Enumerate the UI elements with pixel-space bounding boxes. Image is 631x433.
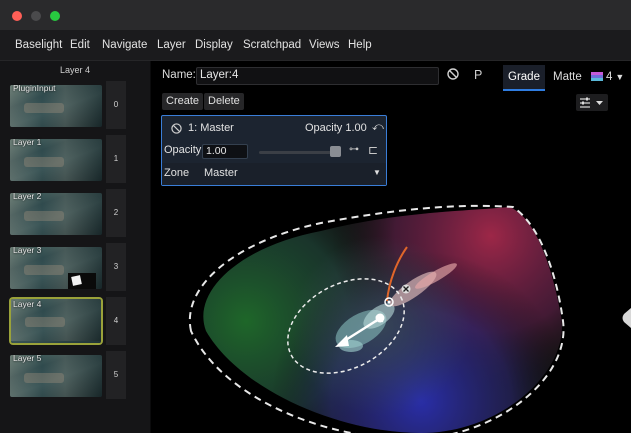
opacity-row: Opacity 1.00 ⊶ ⊏ xyxy=(162,141,386,163)
create-button[interactable]: Create xyxy=(162,93,204,110)
layer-row-5[interactable]: Layer 5 5 xyxy=(6,351,126,399)
minimize-window-button[interactable] xyxy=(31,11,41,21)
layer-name-field[interactable]: Layer:4 xyxy=(196,67,439,85)
tree-icon[interactable]: ⊏ xyxy=(368,143,378,157)
p-toggle[interactable]: P xyxy=(474,68,482,82)
opacity-label: Opacity xyxy=(164,144,202,156)
opacity-slider[interactable] xyxy=(259,151,339,154)
layer-number: 1 xyxy=(106,135,126,183)
cross-marker-icon[interactable] xyxy=(401,284,411,294)
operator-opacity-readout: Opacity 1.00 xyxy=(305,122,367,134)
layer-stack: Layer 4 PluginInput 0 Layer 1 1 Layer 2 … xyxy=(0,61,150,433)
menu-navigate[interactable]: Navigate xyxy=(102,30,147,60)
operator-bypass-icon[interactable] xyxy=(171,123,182,137)
layer-number: 5 xyxy=(106,351,126,399)
zone-label: Zone xyxy=(164,167,190,179)
layer-number: 0 xyxy=(106,81,126,129)
operator-header: 1: Master Opacity 1.00 ⤺ xyxy=(162,118,386,140)
menu-layer[interactable]: Layer xyxy=(157,30,186,60)
layer-row-1[interactable]: Layer 1 1 xyxy=(6,135,126,183)
view-options-button[interactable] xyxy=(576,94,608,111)
menu-display[interactable]: Display xyxy=(195,30,233,60)
layer-number: 3 xyxy=(106,243,126,291)
layer-label: Layer 3 xyxy=(13,245,42,255)
layer-row-2[interactable]: Layer 2 2 xyxy=(6,189,126,237)
opacity-slider-handle[interactable] xyxy=(330,146,341,157)
chevron-down-icon: ▼ xyxy=(615,72,625,82)
layer-label: Layer 2 xyxy=(13,191,42,201)
main-viewer: Name: Layer:4 P Grade Matte 4 ▼ Create De… xyxy=(151,61,631,433)
layer-number: 2 xyxy=(106,189,126,237)
menu-edit[interactable]: Edit xyxy=(70,30,90,60)
key-icon[interactable]: ⊶ xyxy=(349,144,359,155)
menu-views[interactable]: Views xyxy=(309,30,339,60)
layer-count-dropdown[interactable]: 4 ▼ xyxy=(591,65,624,89)
close-window-button[interactable] xyxy=(12,11,22,21)
tab-matte[interactable]: Matte xyxy=(553,65,582,89)
chevron-left-icon[interactable] xyxy=(620,308,631,328)
layer-row-3[interactable]: Layer 3 3 xyxy=(6,243,126,291)
layers-stack-icon xyxy=(591,72,603,82)
zone-row[interactable]: Zone Master ▼ xyxy=(162,163,386,185)
title-bar xyxy=(0,0,631,30)
bypass-icon[interactable] xyxy=(447,68,459,83)
layer-row-plugininput[interactable]: PluginInput 0 xyxy=(6,81,126,129)
name-label: Name: xyxy=(162,69,196,81)
tab-grade[interactable]: Grade xyxy=(503,65,545,91)
zone-select[interactable]: Master xyxy=(204,167,238,179)
delete-button[interactable]: Delete xyxy=(204,93,244,110)
menu-help[interactable]: Help xyxy=(348,30,372,60)
layer-label: Layer 1 xyxy=(13,137,42,147)
operator-title: 1: Master xyxy=(188,122,234,134)
chevron-down-icon: ▼ xyxy=(373,168,381,177)
menu-scratchpad[interactable]: Scratchpad xyxy=(243,30,301,60)
layer-label: Layer 5 xyxy=(13,353,42,363)
layer-label: PluginInput xyxy=(13,83,56,93)
opacity-field[interactable]: 1.00 xyxy=(202,144,248,159)
maximize-window-button[interactable] xyxy=(50,11,60,21)
operator-panel: 1: Master Opacity 1.00 ⤺ Opacity 1.00 ⊶ … xyxy=(161,115,387,186)
layer-count: 4 xyxy=(606,71,613,83)
layer-row-4-selected[interactable]: Layer 4 4 xyxy=(6,297,126,345)
menu-bar: Baselight Edit Navigate Layer Display Sc… xyxy=(0,30,631,61)
sliders-icon xyxy=(580,97,603,108)
reset-icon[interactable]: ⤺ xyxy=(372,121,384,134)
layer-label: Layer 4 xyxy=(13,299,42,309)
layer-number: 4 xyxy=(106,297,126,345)
menu-baselight[interactable]: Baselight xyxy=(15,30,62,60)
matte-overlay-icon xyxy=(68,273,96,289)
layer-stack-title: Layer 4 xyxy=(59,65,91,75)
